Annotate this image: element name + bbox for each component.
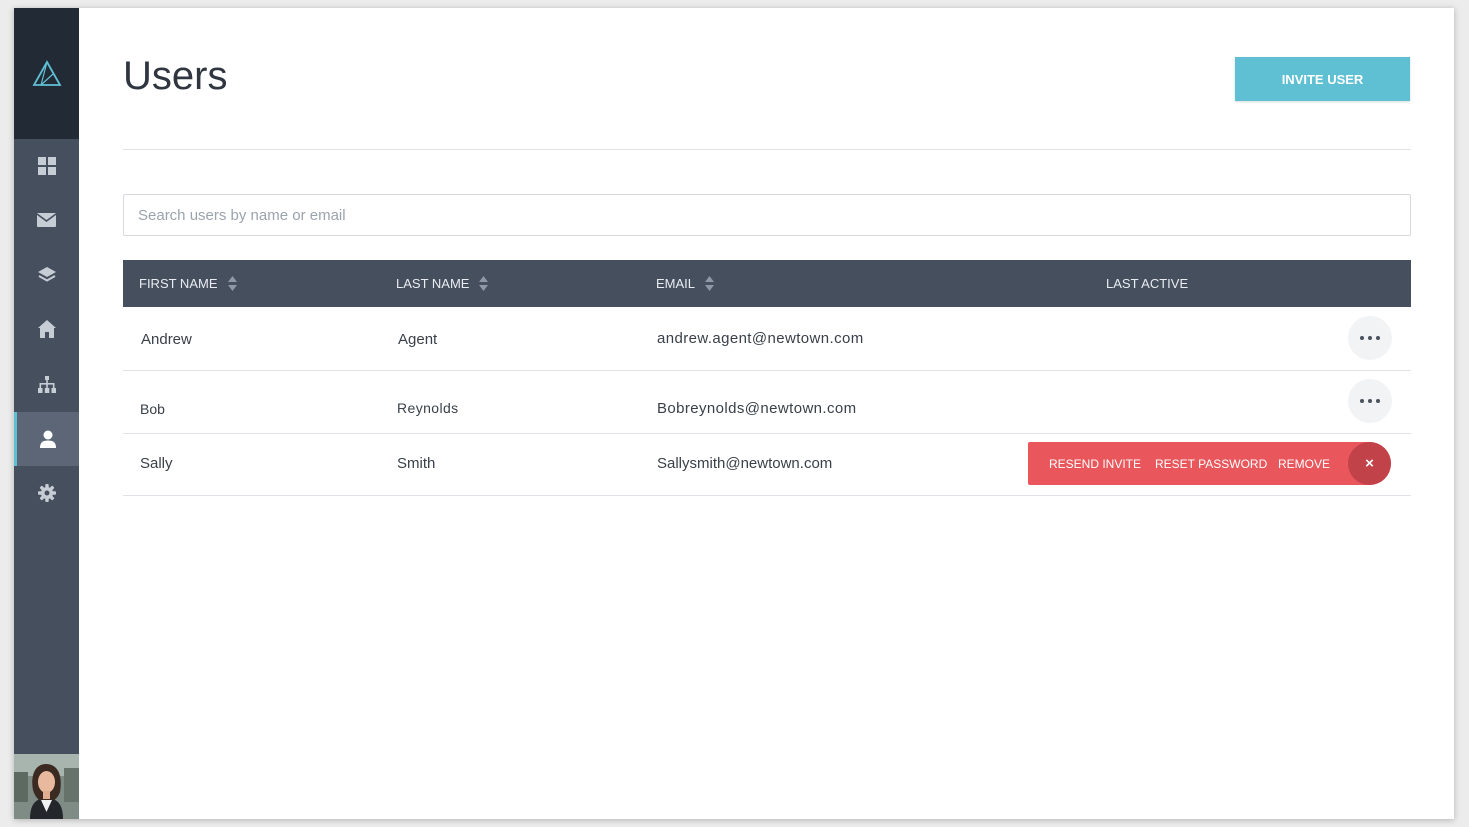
sidebar-item-layers[interactable] xyxy=(14,248,79,302)
cell-email: andrew.agent@newtown.com xyxy=(657,330,864,347)
cell-first-name: Andrew xyxy=(141,331,192,348)
cell-email: Bobreynolds@newtown.com xyxy=(657,400,857,417)
avatar-photo xyxy=(14,754,79,819)
close-actions-button[interactable]: × xyxy=(1348,442,1391,485)
close-icon: × xyxy=(1365,455,1374,472)
row-actions-menu: RESEND INVITE RESET PASSWORD REMOVE × xyxy=(1028,442,1391,485)
invite-user-button[interactable]: INVITE USER xyxy=(1235,57,1410,101)
more-horizontal-icon xyxy=(1360,399,1380,403)
search-input[interactable] xyxy=(123,194,1411,236)
home-icon xyxy=(37,320,56,338)
sidebar-item-users[interactable] xyxy=(14,412,79,466)
sort-icon[interactable] xyxy=(479,276,489,291)
user-icon xyxy=(40,430,56,448)
sidebar-item-sitemap[interactable] xyxy=(14,357,79,411)
cell-last-name: Smith xyxy=(397,455,436,472)
column-header-last-name[interactable]: LAST NAME xyxy=(396,260,489,307)
reset-password-button[interactable]: RESET PASSWORD xyxy=(1155,442,1267,485)
sort-icon[interactable] xyxy=(227,276,237,291)
more-options-button[interactable] xyxy=(1348,316,1392,360)
page-title: Users xyxy=(123,54,228,98)
main-content: Users INVITE USER FIRST NAME LAST NAME E… xyxy=(123,8,1411,819)
sidebar-item-home[interactable] xyxy=(14,302,79,356)
table-header: FIRST NAME LAST NAME EMAIL LAST ACTIVE xyxy=(123,260,1411,307)
cell-last-name: Reynolds xyxy=(397,400,459,416)
remove-button[interactable]: REMOVE xyxy=(1278,442,1330,485)
more-options-button[interactable] xyxy=(1348,379,1392,423)
table-row[interactable]: Bob Reynolds Bobreynolds@newtown.com xyxy=(123,371,1411,434)
column-label: FIRST NAME xyxy=(139,276,218,291)
sidebar-item-settings[interactable] xyxy=(14,466,79,520)
cell-email: Sallysmith@newtown.com xyxy=(657,455,833,472)
app-window: Users INVITE USER FIRST NAME LAST NAME E… xyxy=(14,8,1454,819)
dashboard-icon xyxy=(37,157,56,175)
sidebar xyxy=(14,8,79,819)
column-header-email[interactable]: EMAIL xyxy=(656,260,715,307)
more-horizontal-icon xyxy=(1360,336,1380,340)
cell-first-name: Sally xyxy=(140,455,173,472)
table-row[interactable]: Sally Smith Sallysmith@newtown.com RESEN… xyxy=(123,434,1411,496)
avatar[interactable] xyxy=(14,754,79,819)
mail-icon xyxy=(37,213,56,227)
sort-icon[interactable] xyxy=(705,276,715,291)
column-label: LAST ACTIVE xyxy=(1106,276,1189,291)
column-label: LAST NAME xyxy=(396,276,470,291)
logo-icon xyxy=(31,59,62,86)
gear-icon xyxy=(37,484,56,502)
logo[interactable] xyxy=(14,8,79,139)
layers-icon xyxy=(37,267,56,282)
header-divider xyxy=(123,149,1411,150)
cell-last-name: Agent xyxy=(398,331,438,348)
sidebar-item-dashboard[interactable] xyxy=(14,139,79,193)
column-header-last-active[interactable]: LAST ACTIVE xyxy=(1106,260,1188,307)
column-label: EMAIL xyxy=(656,276,696,291)
column-header-first-name[interactable]: FIRST NAME xyxy=(139,260,237,307)
sitemap-icon xyxy=(37,375,56,393)
sidebar-item-mail[interactable] xyxy=(14,193,79,247)
cell-first-name: Bob xyxy=(140,401,165,417)
resend-invite-button[interactable]: RESEND INVITE xyxy=(1049,442,1141,485)
table-row[interactable]: Andrew Agent andrew.agent@newtown.com xyxy=(123,307,1411,371)
